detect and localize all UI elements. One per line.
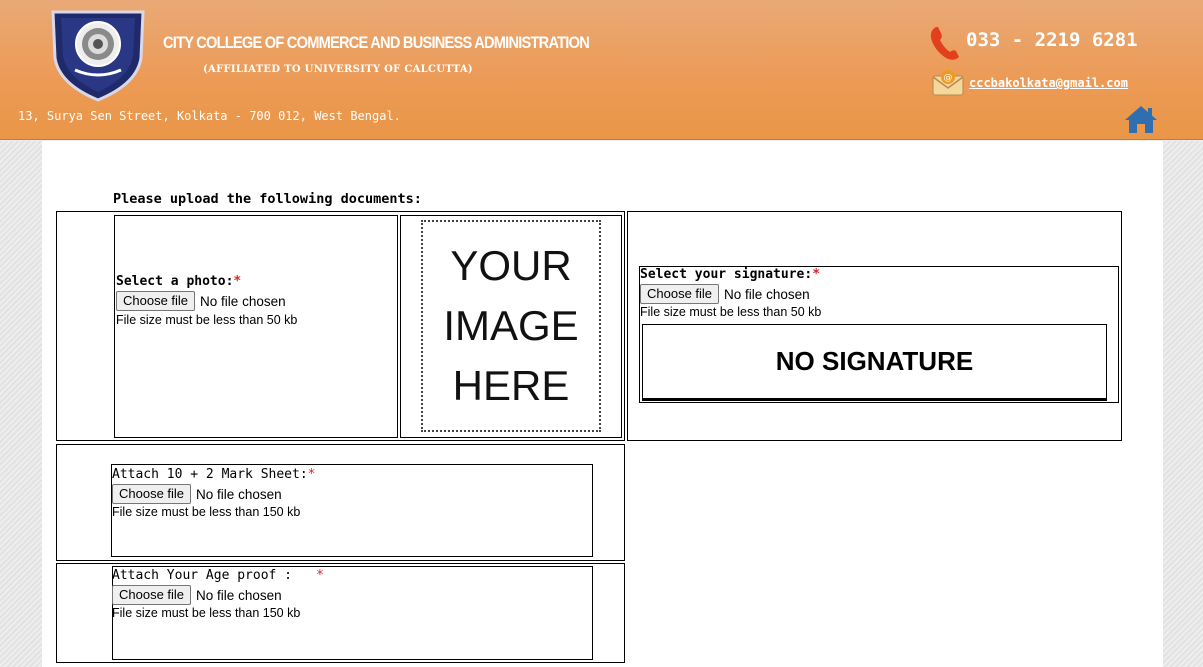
upload-instruction: Please upload the following documents: [113,191,422,207]
placeholder-line-3: HERE [452,362,570,409]
photo-label: Select a photo:* [116,274,242,289]
phone-icon [930,27,959,60]
age-proof-size-note: File size must be less than 150 kb [112,606,301,620]
svg-text:@: @ [944,73,953,83]
signature-file-status: No file chosen [724,286,810,302]
marksheet-label: Attach 10 + 2 Mark Sheet:* [112,467,316,482]
marksheet-file-status: No file chosen [196,486,282,502]
required-asterisk: * [316,568,324,583]
affiliation-text: (AFFILIATED TO UNIVERSITY OF CALCUTTA) [203,64,473,75]
required-asterisk: * [233,274,242,289]
photo-size-note: File size must be less than 50 kb [116,313,298,327]
photo-placeholder-image: YOUR IMAGE HERE [421,220,601,432]
placeholder-line-2: IMAGE [443,302,579,349]
college-crest-logo [51,10,145,102]
age-proof-file-status: No file chosen [196,587,282,603]
site-header: CITY COLLEGE OF COMMERCE AND BUSINESS AD… [0,0,1203,140]
required-asterisk: * [812,267,821,282]
age-proof-label: Attach Your Age proof : * [112,568,324,583]
left-background-strip [0,141,42,667]
right-background-strip [1163,141,1203,667]
placeholder-line-1: YOUR [450,242,572,289]
email-link[interactable]: cccbakolkata@gmail.com [969,76,1128,90]
photo-file-status: No file chosen [200,293,286,309]
mail-icon: @ [932,70,964,96]
age-proof-upload-field: Attach Your Age proof : * Choose file No … [112,568,324,620]
signature-choose-file-button[interactable]: Choose file [640,284,720,304]
college-name: CITY COLLEGE OF COMMERCE AND BUSINESS AD… [163,33,590,52]
required-asterisk: * [307,467,316,482]
age-proof-choose-file-button[interactable]: Choose file [112,585,192,605]
marksheet-choose-file-button[interactable]: Choose file [112,484,192,504]
college-address: 13, Surya Sen Street, Kolkata - 700 012,… [18,109,401,123]
marksheet-upload-field: Attach 10 + 2 Mark Sheet:* Choose file N… [112,467,316,519]
signature-label: Select your signature:* [640,267,821,282]
phone-number: 033 - 2219 6281 [966,29,1138,51]
home-icon[interactable] [1124,104,1158,134]
signature-size-note: File size must be less than 50 kb [640,305,822,319]
signature-placeholder-image: NO SIGNATURE [642,324,1107,401]
signature-upload-field: Select your signature:* Choose file No f… [640,267,821,319]
photo-upload-field: Select a photo:* Choose file No file cho… [116,274,297,327]
photo-choose-file-button[interactable]: Choose file [116,291,196,311]
marksheet-size-note: File size must be less than 150 kb [112,505,301,519]
